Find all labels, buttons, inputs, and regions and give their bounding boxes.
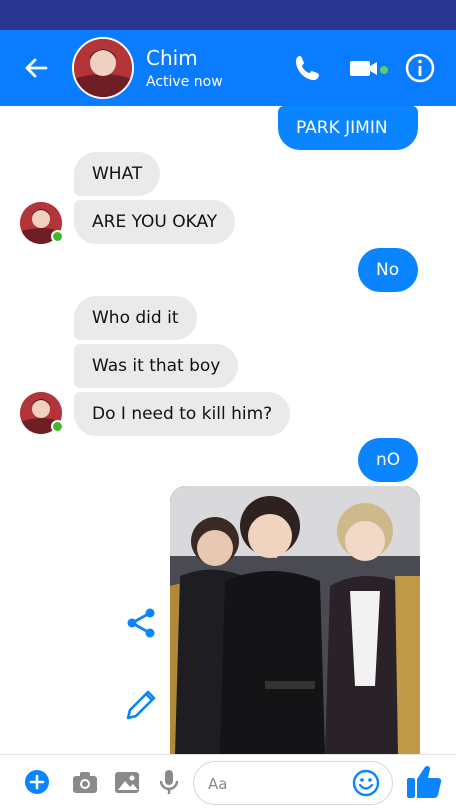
share-icon[interactable] [124, 606, 158, 640]
conversation-header: Chim Active now [0, 30, 456, 106]
video-camera-icon[interactable] [348, 52, 380, 84]
message-bubble[interactable]: nO [358, 438, 418, 482]
phone-icon[interactable] [292, 52, 324, 84]
image-icon[interactable] [112, 767, 142, 797]
emoji-icon[interactable] [352, 769, 380, 797]
plus-icon[interactable] [22, 767, 52, 797]
system-status-bar [0, 0, 456, 30]
thumbs-up-icon[interactable] [404, 761, 444, 801]
message-bubble[interactable]: ARE YOU OKAY [74, 200, 236, 244]
pencil-icon[interactable] [124, 688, 158, 722]
message-bubble[interactable]: No [358, 248, 418, 292]
online-indicator [51, 420, 64, 433]
message-bubble[interactable]: WHAT [74, 152, 161, 196]
message-bubble[interactable]: Was it that boy [74, 344, 239, 388]
online-indicator [51, 230, 64, 243]
video-online-indicator [380, 66, 388, 74]
microphone-icon[interactable] [154, 767, 184, 797]
info-icon[interactable] [404, 52, 436, 84]
contact-name: Chim [146, 46, 198, 70]
message-composer: Aa [0, 754, 456, 811]
message-input[interactable]: Aa [193, 761, 393, 805]
message-bubble[interactable]: PARK JIMIN [278, 106, 418, 150]
contact-avatar[interactable] [72, 37, 134, 99]
camera-icon[interactable] [70, 767, 100, 797]
message-bubble[interactable]: Who did it [74, 296, 197, 340]
shared-photo[interactable] [170, 486, 420, 754]
back-arrow-icon[interactable] [22, 54, 50, 82]
message-input-placeholder: Aa [208, 775, 228, 793]
message-thread[interactable]: PARK JIMIN WHAT ARE YOU OKAY No Who did … [0, 106, 456, 754]
active-status: Active now [146, 74, 223, 90]
message-bubble[interactable]: Do I need to kill him? [74, 392, 291, 436]
